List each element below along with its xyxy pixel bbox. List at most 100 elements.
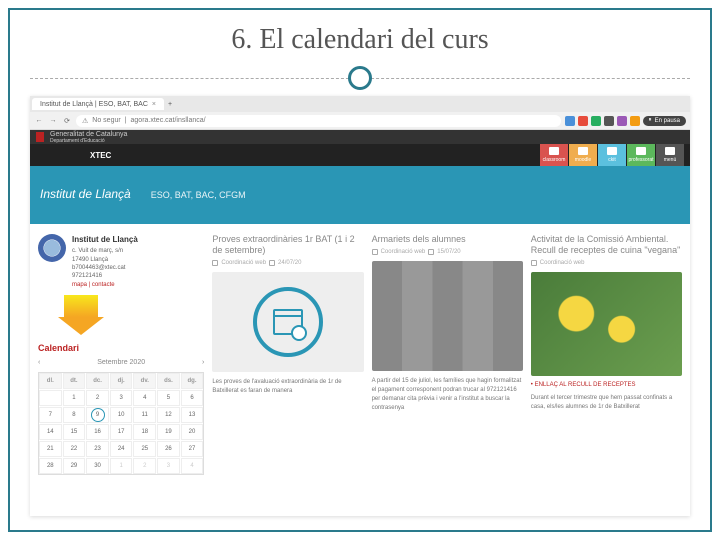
- close-tab-icon[interactable]: ×: [152, 101, 156, 108]
- cal-day[interactable]: 5: [157, 390, 180, 406]
- post-link[interactable]: • ENLLAÇ AL RECULL DE RECEPTES: [531, 382, 682, 388]
- cal-day[interactable]: 3: [110, 390, 133, 406]
- cal-day[interactable]: 29: [63, 458, 86, 474]
- date-icon: [269, 260, 275, 266]
- cal-day[interactable]: 13: [181, 407, 204, 423]
- cal-day[interactable]: 18: [133, 424, 156, 440]
- extension-icon[interactable]: [630, 116, 640, 126]
- cal-day[interactable]: 21: [39, 441, 62, 457]
- cal-day-header: dv.: [133, 373, 156, 389]
- cal-day[interactable]: 24: [110, 441, 133, 457]
- gov-header: Generalitat de Catalunya Departament d'E…: [30, 130, 690, 144]
- tile-menu[interactable]: menú: [656, 144, 684, 166]
- post-title[interactable]: Activitat de la Comissió Ambiental. Recu…: [531, 234, 682, 256]
- school-phone: 972121416: [72, 272, 138, 280]
- person-icon: [636, 147, 646, 155]
- cal-day[interactable]: 2: [86, 390, 109, 406]
- browser-tab[interactable]: Institut de Llançà | ESO, BAT, BAC ×: [32, 98, 164, 110]
- menu-icon: [665, 147, 675, 155]
- cal-day[interactable]: 4: [181, 458, 204, 474]
- extension-icon[interactable]: [604, 116, 614, 126]
- url-field[interactable]: ⚠ No segur | agora.xtec.cat/insllanca/: [76, 115, 561, 127]
- cal-day[interactable]: 15: [63, 424, 86, 440]
- url-bar: ← → ⟳ ⚠ No segur | agora.xtec.cat/inslla…: [30, 112, 690, 130]
- school-addr2: 17490 Llançà: [72, 256, 138, 264]
- pause-badge[interactable]: ⏸En pausa: [643, 116, 686, 126]
- cal-day[interactable]: 8: [63, 407, 86, 423]
- cal-day[interactable]: 2: [133, 458, 156, 474]
- people-icon: [549, 147, 559, 155]
- calendar-clock-icon: [253, 287, 323, 357]
- calendar-grid[interactable]: dl.dt.dc.dj.dv.ds.dg.1234567891011121314…: [38, 372, 204, 475]
- date-icon: [428, 249, 434, 255]
- cal-day[interactable]: [39, 390, 62, 406]
- site-tagline: ESO, BAT, BAC, CFGM: [151, 190, 246, 200]
- url-security: No segur: [92, 117, 120, 124]
- tile-ckit[interactable]: ckit: [598, 144, 626, 166]
- cal-day-header: dg.: [181, 373, 204, 389]
- school-email: b7004463@xtec.cat: [72, 264, 138, 272]
- cal-day[interactable]: 17: [110, 424, 133, 440]
- cal-day[interactable]: 3: [157, 458, 180, 474]
- post-image-flowers: [531, 272, 682, 376]
- cal-day-header: dc.: [86, 373, 109, 389]
- contact-link[interactable]: contacte: [92, 282, 115, 288]
- extension-icon[interactable]: [578, 116, 588, 126]
- cal-day[interactable]: 10: [110, 407, 133, 423]
- author-icon: [212, 260, 218, 266]
- cal-day-header: dt.: [63, 373, 86, 389]
- post-body: A partir del 15 de juliol, les famílies …: [372, 377, 523, 413]
- tile-prof[interactable]: professorat: [627, 144, 655, 166]
- gov-sub: Departament d'Educació: [50, 138, 127, 144]
- post-title[interactable]: Armariets dels alumnes: [372, 234, 523, 245]
- extension-icon[interactable]: [591, 116, 601, 126]
- xtec-logo[interactable]: XTEC: [90, 151, 111, 160]
- cal-day[interactable]: 19: [157, 424, 180, 440]
- school-addr1: c. Vuit de març, s/n: [72, 247, 138, 255]
- site-hero: Institut de Llançà ESO, BAT, BAC, CFGM: [30, 166, 690, 224]
- site-name[interactable]: Institut de Llançà: [40, 188, 131, 201]
- url-text: agora.xtec.cat/insllanca/: [131, 117, 206, 124]
- tile-moodle[interactable]: moodle: [569, 144, 597, 166]
- moodle-icon: [578, 147, 588, 155]
- cal-day[interactable]: 16: [86, 424, 109, 440]
- cal-day[interactable]: 7: [39, 407, 62, 423]
- cal-day[interactable]: 22: [63, 441, 86, 457]
- school-name: Institut de Llançà: [72, 234, 138, 245]
- map-link[interactable]: mapa: [72, 282, 87, 288]
- cal-day[interactable]: 9: [86, 407, 109, 423]
- forward-icon[interactable]: →: [48, 116, 58, 126]
- extension-icon[interactable]: [565, 116, 575, 126]
- reload-icon[interactable]: ⟳: [62, 116, 72, 126]
- post-body: Durant el tercer trimestre que hem passa…: [531, 394, 682, 412]
- cal-day[interactable]: 6: [181, 390, 204, 406]
- post-body: Les proves de l'avaluació extraordinària…: [212, 378, 363, 396]
- cal-day[interactable]: 30: [86, 458, 109, 474]
- calendar-heading: Calendari: [38, 343, 204, 353]
- cal-next-icon[interactable]: ›: [202, 359, 204, 366]
- new-tab-button[interactable]: +: [168, 101, 172, 108]
- cal-day[interactable]: 23: [86, 441, 109, 457]
- grid-icon: [607, 147, 617, 155]
- cal-day-header: ds.: [157, 373, 180, 389]
- gov-dept: Generalitat de Catalunya: [50, 131, 127, 138]
- cal-day[interactable]: 1: [110, 458, 133, 474]
- cal-day[interactable]: 4: [133, 390, 156, 406]
- cal-day[interactable]: 11: [133, 407, 156, 423]
- cal-day[interactable]: 14: [39, 424, 62, 440]
- extension-icon[interactable]: [617, 116, 627, 126]
- cal-day[interactable]: 26: [157, 441, 180, 457]
- cal-day[interactable]: 12: [157, 407, 180, 423]
- cal-day[interactable]: 25: [133, 441, 156, 457]
- back-icon[interactable]: ←: [34, 116, 44, 126]
- cal-day[interactable]: 27: [181, 441, 204, 457]
- divider-circle: [348, 66, 372, 90]
- yellow-arrow-annotation: [64, 295, 204, 335]
- cal-day[interactable]: 28: [39, 458, 62, 474]
- tile-classroom[interactable]: classroom: [540, 144, 568, 166]
- cal-prev-icon[interactable]: ‹: [38, 359, 40, 366]
- cal-day[interactable]: 20: [181, 424, 204, 440]
- author-icon: [372, 249, 378, 255]
- cal-day[interactable]: 1: [63, 390, 86, 406]
- post-title[interactable]: Proves extraordinàries 1r BAT (1 i 2 de …: [212, 234, 363, 256]
